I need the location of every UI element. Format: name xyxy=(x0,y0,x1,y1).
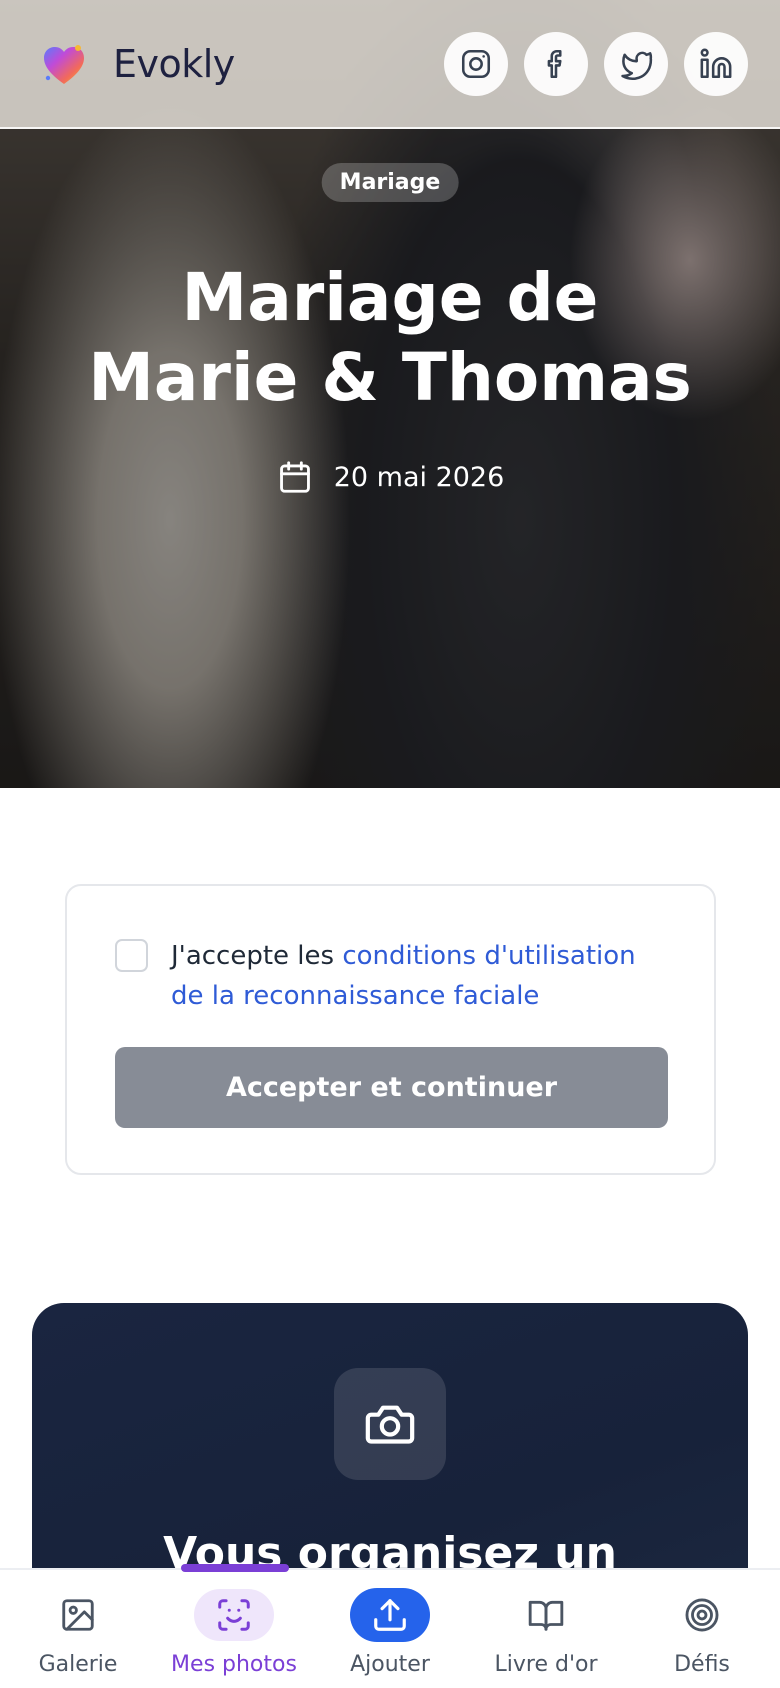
nav-mes-photos-icon-wrap xyxy=(194,1589,274,1641)
facebook-icon xyxy=(547,49,562,79)
twitter-button[interactable] xyxy=(604,32,668,96)
consent-checkbox[interactable] xyxy=(115,939,148,972)
linkedin-button[interactable] xyxy=(684,32,748,96)
add-upload-button[interactable] xyxy=(350,1588,430,1642)
nav-defis[interactable]: Défis xyxy=(624,1570,780,1688)
facebook-button[interactable] xyxy=(524,32,588,96)
calendar-icon xyxy=(279,461,310,493)
book-icon xyxy=(528,1600,564,1631)
event-title-line1: Mariage de xyxy=(181,259,599,336)
facial-recognition-consent-card: J'accepte les conditions d'utilisation d… xyxy=(65,884,716,1175)
event-date-text: 20 mai 2026 xyxy=(333,461,505,493)
nav-ajouter-label: Ajouter xyxy=(350,1652,430,1677)
consent-text: J'accepte les conditions d'utilisation d… xyxy=(171,936,671,1016)
nav-defis-icon-wrap xyxy=(662,1589,742,1641)
instagram-icon xyxy=(461,49,491,79)
nav-ajouter[interactable]: Ajouter xyxy=(312,1570,468,1688)
upload-icon xyxy=(374,1599,406,1631)
image-icon xyxy=(62,1599,94,1631)
accept-continue-button[interactable]: Accepter et continuer xyxy=(115,1047,668,1128)
instagram-button[interactable] xyxy=(444,32,508,96)
promo-icon-tile xyxy=(334,1368,446,1480)
nav-defis-label: Défis xyxy=(674,1652,730,1677)
consent-text-prefix: J'accepte les xyxy=(171,941,343,971)
camera-icon xyxy=(365,1405,415,1444)
nav-mes-photos[interactable]: Mes photos xyxy=(156,1570,312,1688)
nav-livre-dor-icon-wrap xyxy=(506,1589,586,1641)
bottom-navigation: Galerie Mes photos Ajouter Livre d'or Dé… xyxy=(0,1568,780,1688)
active-tab-indicator xyxy=(181,1564,289,1572)
top-header: Evokly xyxy=(0,0,780,129)
nav-livre-dor-label: Livre d'or xyxy=(494,1652,598,1677)
nav-livre-dor[interactable]: Livre d'or xyxy=(468,1570,624,1688)
twitter-icon xyxy=(621,51,653,81)
nav-galerie[interactable]: Galerie xyxy=(0,1570,156,1688)
event-title: Mariage de Marie & Thomas xyxy=(40,258,740,418)
brand-name[interactable]: Evokly xyxy=(113,42,235,86)
nav-mes-photos-label: Mes photos xyxy=(171,1652,297,1677)
linkedin-icon xyxy=(700,48,732,79)
target-icon xyxy=(685,1598,719,1632)
evokly-logo-icon[interactable] xyxy=(40,42,88,90)
face-scan-icon xyxy=(218,1599,250,1631)
nav-galerie-label: Galerie xyxy=(38,1652,118,1677)
event-type-badge: Mariage xyxy=(321,163,459,202)
event-title-line2: Marie & Thomas xyxy=(88,339,692,416)
nav-galerie-icon-wrap xyxy=(38,1589,118,1641)
event-date: 20 mai 2026 xyxy=(0,458,780,496)
